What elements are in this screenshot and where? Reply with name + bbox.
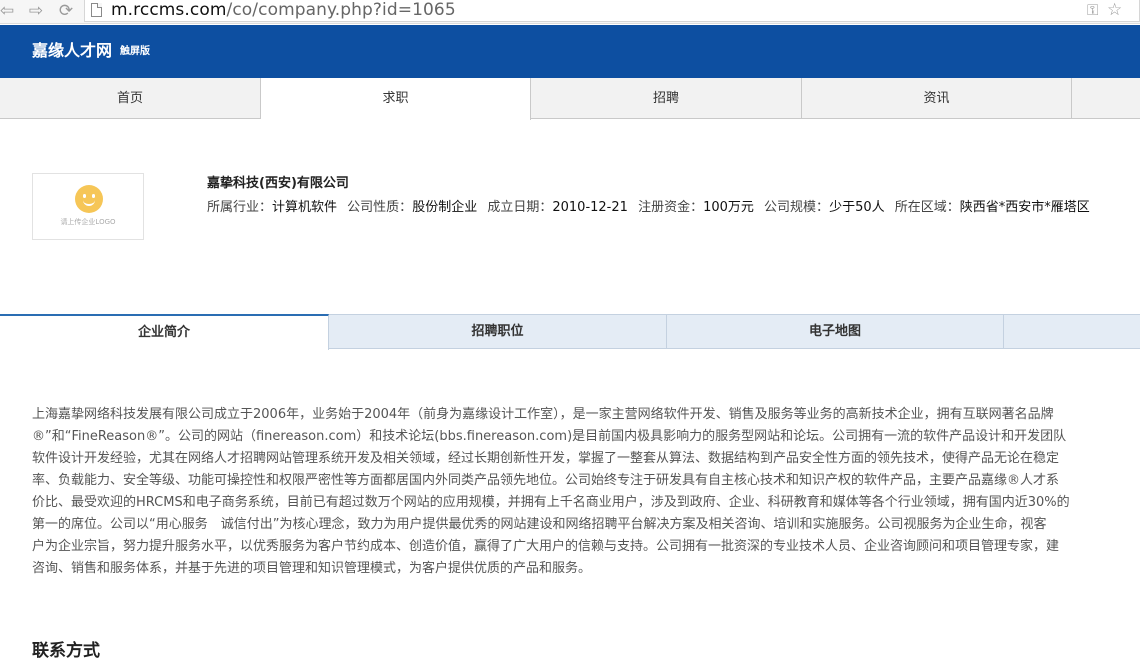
intro-line: 软件设计开发经验，尤其在网络人才招聘网站管理系统开发及相关领域，经过长期创新性开… [32,451,1060,466]
intro-line: 率、负载能力、安全等级、功能可操控性和权限严密性等方面都居国内外同类产品领先地位… [32,473,1060,488]
intro-line: 户为企业宗旨，努力提升服务水平，以优秀服务为客户节约成本、创造价值，赢得了广大用… [32,539,1060,554]
meta-size: 公司规模：少于50人 [764,200,885,215]
page-icon [91,3,102,17]
contact-heading: 联系方式 [32,641,100,660]
main-nav: 首页 求职 招聘 资讯 [0,78,1140,120]
tab-job-openings[interactable]: 招聘职位 [329,315,667,349]
section-tabs: 企业简介 招聘职位 电子地图 [0,314,1140,350]
site-header: 嘉缘人才网 触屏版 [0,25,1140,78]
forward-arrow-icon[interactable]: ⇨ [25,1,47,21]
nav-item-home[interactable]: 首页 [0,78,261,119]
intro-line: 咨询、销售和服务体系，并基于先进的项目管理和知识管理模式，为客户提供优质的产品和… [32,561,592,576]
intro-line: 第一的席位。公司以“用心服务 诚信付出”为核心理念，致力为用户提供最优秀的网站建… [32,517,1047,532]
intro-line: 价比、最受欢迎的HRCMS和电子商务系统，目前已有超过数万个网站的应用规模，并拥… [32,495,1070,510]
company-intro: 上海嘉挚网络科技发展有限公司成立于2006年，业务始于2004年（前身为嘉缘设计… [32,404,1140,580]
address-bar[interactable]: m.rccms.com/co/company.php?id=1065 ⚿ ☆ [84,0,1140,22]
reload-icon[interactable]: ⟳ [55,1,77,21]
site-title[interactable]: 嘉缘人才网 [32,41,112,61]
nav-item-news[interactable]: 资讯 [802,78,1072,119]
tab-company-intro[interactable]: 企业简介 [0,314,329,350]
extension-icon[interactable]: ⚿ [1087,1,1098,19]
browser-toolbar: ⇦ ⇨ ⟳ m.rccms.com/co/company.php?id=1065… [0,0,1140,24]
company-meta: 所属行业：计算机软件 公司性质：股份制企业 成立日期：2010-12-21 注册… [207,198,1096,218]
nav-item-jobseek[interactable]: 求职 [261,78,531,120]
company-logo: 请上传企业LOGO [32,173,144,240]
smiley-icon [75,185,103,213]
url-text[interactable]: m.rccms.com/co/company.php?id=1065 [111,0,456,21]
logo-caption: 请上传企业LOGO [60,218,116,226]
meta-nature: 公司性质：股份制企业 [347,200,478,215]
meta-founded: 成立日期：2010-12-21 [487,200,628,215]
nav-item-recruit[interactable]: 招聘 [531,78,802,119]
bookmark-star-icon[interactable]: ☆ [1107,1,1122,19]
meta-region: 所在区域：陕西省*西安市*雁塔区 [894,200,1090,215]
meta-capital: 注册资金：100万元 [638,200,754,215]
tab-map[interactable]: 电子地图 [667,315,1004,349]
intro-line: ®”和“FineReason®”。公司的网站（finereason.com）和技… [32,429,1067,444]
meta-industry: 所属行业：计算机软件 [207,200,338,215]
back-arrow-icon[interactable]: ⇦ [0,1,18,21]
site-subtitle: 触屏版 [120,46,150,57]
intro-line: 上海嘉挚网络科技发展有限公司成立于2006年，业务始于2004年（前身为嘉缘设计… [32,407,1054,422]
company-name: 嘉挚科技(西安)有限公司 [207,176,349,191]
